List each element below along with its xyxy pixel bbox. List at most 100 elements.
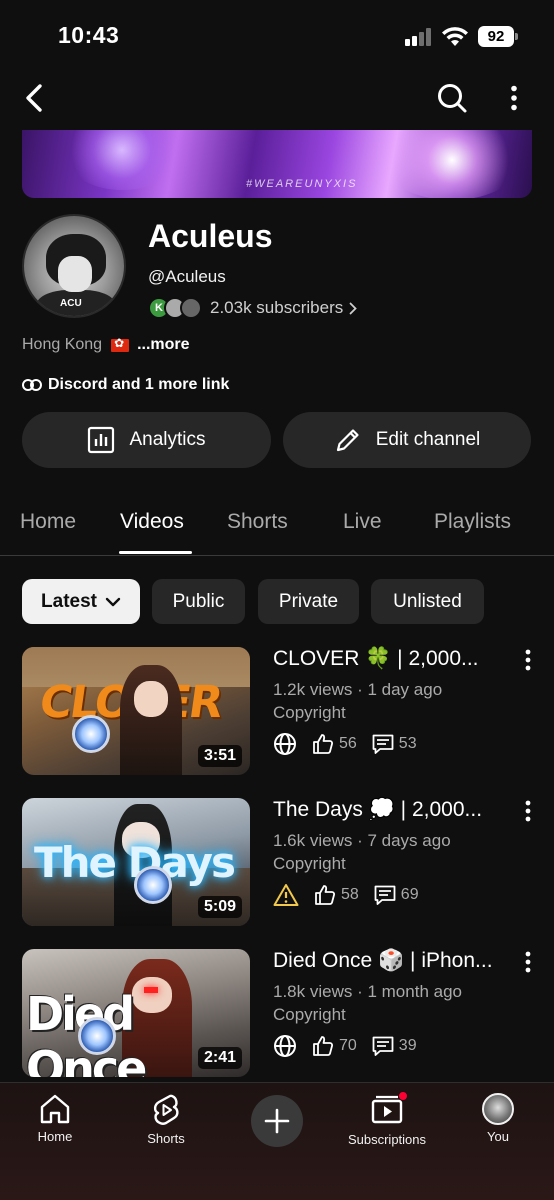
subscriber-avatar <box>180 297 202 319</box>
video-stats: 70 39 <box>273 1033 417 1059</box>
edit-channel-button[interactable]: Edit channel <box>283 412 531 468</box>
warning-icon[interactable] <box>273 883 299 907</box>
video-duration: 3:51 <box>197 745 242 767</box>
channel-about-row[interactable]: Hong Kong ...more <box>22 336 190 354</box>
tab-videos[interactable]: Videos <box>120 510 184 534</box>
rank-emblem-icon <box>72 715 110 753</box>
video-title[interactable]: The Days 💭 | 2,000... <box>273 798 482 822</box>
tab-live[interactable]: Live <box>343 510 382 534</box>
more-vert-icon[interactable] <box>500 80 528 116</box>
video-thumbnail[interactable]: CLOVER 3:51 <box>22 647 250 775</box>
more-vert-icon[interactable] <box>524 649 532 676</box>
chip-public[interactable]: Public <box>152 579 245 624</box>
chevron-left-icon[interactable] <box>16 80 52 116</box>
comments-count: 53 <box>398 735 417 752</box>
nav-shorts[interactable]: Shorts <box>142 1093 190 1146</box>
copyright-label[interactable]: Copyright <box>273 703 346 723</box>
notification-dot <box>398 1091 408 1101</box>
nav-subscriptions[interactable]: Subscriptions <box>342 1091 432 1147</box>
likes-stat: 70 <box>311 1034 357 1058</box>
tab-home[interactable]: Home <box>20 510 76 534</box>
subscriptions-icon <box>370 1091 408 1128</box>
edit-channel-label: Edit channel <box>375 429 481 450</box>
video-thumbnail[interactable]: The Days 5:09 <box>22 798 250 926</box>
nav-home-label: Home <box>37 1129 73 1144</box>
more-vert-icon[interactable] <box>524 951 532 978</box>
channel-avatar[interactable]: ACU <box>22 214 126 318</box>
rank-emblem-icon <box>134 866 172 904</box>
video-meta: 1.8k views · 1 month ago <box>273 982 462 1001</box>
tab-shorts[interactable]: Shorts <box>227 510 288 534</box>
video-stats: 58 69 <box>273 882 419 908</box>
nav-you-label: You <box>487 1129 509 1144</box>
likes-count: 58 <box>341 886 359 903</box>
link-icon <box>22 379 42 391</box>
channel-name: Aculeus <box>148 218 273 254</box>
create-button[interactable] <box>251 1095 303 1147</box>
home-icon <box>40 1094 70 1124</box>
wifi-icon <box>442 27 468 46</box>
search-icon[interactable] <box>434 80 470 116</box>
video-item[interactable]: Died Once 2:41 Died Once 🎲 | iPhon... 1.… <box>0 949 554 1077</box>
pencil-icon <box>336 429 359 452</box>
likes-stat: 56 <box>311 732 357 756</box>
thumbs-up-icon <box>313 1036 334 1056</box>
video-item[interactable]: CLOVER 3:51 CLOVER 🍀 | 2,000... 1.2k vie… <box>0 647 554 775</box>
subscribers-row[interactable]: K 2.03k subscribers <box>148 296 358 320</box>
top-nav <box>0 72 554 128</box>
analytics-label: Analytics <box>129 429 206 450</box>
channel-links-row[interactable]: Discord and 1 more link <box>22 376 229 394</box>
channel-links-label: Discord and 1 more link <box>48 376 230 393</box>
globe-icon <box>274 733 296 755</box>
plus-icon <box>264 1108 290 1134</box>
nav-shorts-label: Shorts <box>147 1131 185 1146</box>
comments-stat: 69 <box>373 883 419 907</box>
video-title[interactable]: CLOVER 🍀 | 2,000... <box>273 647 479 671</box>
more-vert-icon[interactable] <box>524 800 532 827</box>
bottom-nav: Home Shorts Subscriptions You <box>0 1082 554 1200</box>
status-time: 10:43 <box>58 22 120 48</box>
thumbs-up-icon <box>313 734 334 754</box>
chip-private[interactable]: Private <box>258 579 359 624</box>
video-title[interactable]: Died Once 🎲 | iPhon... <box>273 949 493 973</box>
copyright-label[interactable]: Copyright <box>273 854 346 874</box>
channel-banner: #WEAREUNYXIS <box>22 130 532 198</box>
video-duration: 2:41 <box>197 1047 242 1069</box>
more-link[interactable]: ...more <box>137 336 189 354</box>
comment-icon <box>372 734 394 754</box>
cellular-signal-icon <box>405 28 433 46</box>
chip-latest[interactable]: Latest <box>22 579 140 624</box>
comments-stat: 39 <box>371 1034 417 1058</box>
video-duration: 5:09 <box>197 896 242 918</box>
chip-unlisted[interactable]: Unlisted <box>371 579 484 624</box>
tab-playlists[interactable]: Playlists <box>434 510 511 534</box>
likes-count: 56 <box>339 735 357 752</box>
chip-label: Latest <box>41 590 97 612</box>
analytics-icon <box>88 426 115 454</box>
chevron-down-icon <box>105 597 121 606</box>
video-item[interactable]: The Days 5:09 The Days 💭 | 2,000... 1.6k… <box>0 798 554 926</box>
channel-handle: @Aculeus <box>148 267 226 286</box>
rank-emblem-icon <box>78 1017 116 1055</box>
nav-you[interactable]: You <box>479 1093 517 1144</box>
nav-home[interactable]: Home <box>34 1093 76 1144</box>
video-thumbnail[interactable]: Died Once 2:41 <box>22 949 250 1077</box>
comments-count: 39 <box>398 1037 417 1054</box>
battery-indicator: 92 <box>478 26 518 47</box>
channel-location: Hong Kong <box>22 336 103 353</box>
video-meta: 1.6k views · 7 days ago <box>273 831 451 850</box>
subscriber-count: 2.03k subscribers <box>210 298 344 317</box>
banner-tag: #WEAREUNYXIS <box>246 178 358 190</box>
analytics-button[interactable]: Analytics <box>22 412 271 468</box>
avatar-text: ACU <box>60 298 82 309</box>
nav-subscriptions-label: Subscriptions <box>347 1132 427 1147</box>
channel-tabs: Home Videos Shorts Live Playlists <box>0 496 554 556</box>
comment-icon <box>372 1036 394 1056</box>
active-tab-indicator <box>119 551 192 554</box>
comment-icon <box>374 885 396 905</box>
copyright-label[interactable]: Copyright <box>273 1005 346 1025</box>
hong-kong-flag-icon <box>111 336 130 352</box>
video-stats: 56 53 <box>273 731 417 757</box>
thumbs-up-icon <box>315 885 336 905</box>
globe-icon <box>274 1035 296 1057</box>
